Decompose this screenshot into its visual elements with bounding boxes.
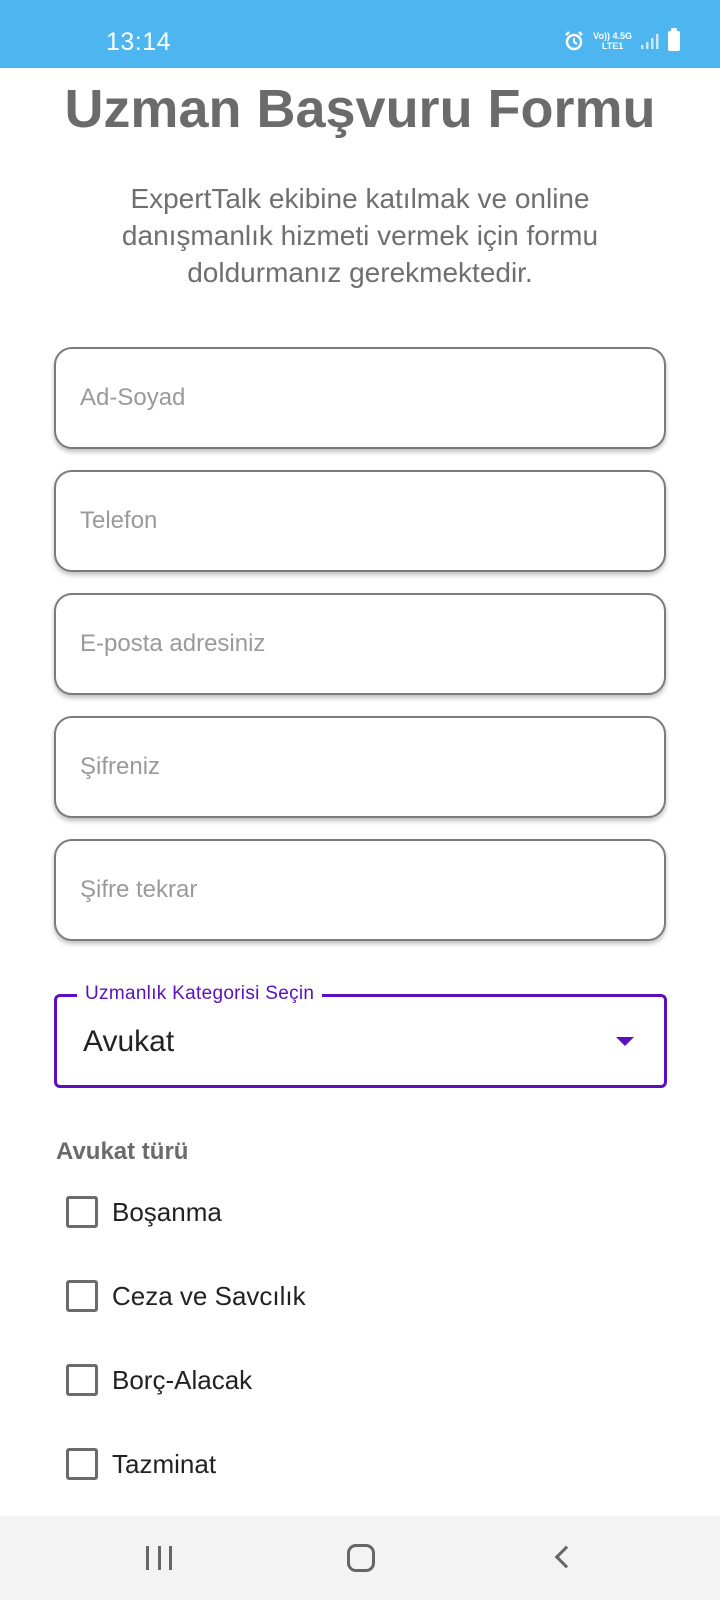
page-subtitle: ExpertTalk ekibine katılmak ve online da… [121, 183, 599, 288]
phone-input[interactable] [80, 472, 640, 570]
network-type: Vo)) 4.5G [593, 31, 632, 41]
checkbox[interactable] [66, 1448, 98, 1480]
name-field[interactable] [54, 347, 666, 449]
checkbox-label: Ceza ve Savcılık [112, 1280, 306, 1311]
category-value: Avukat [83, 1025, 175, 1058]
checkbox[interactable] [66, 1364, 98, 1396]
status-bar: 13:14 Vo)) 4.5G LTE1 [0, 0, 720, 68]
email-field[interactable] [54, 593, 666, 695]
password-field[interactable] [54, 716, 666, 818]
password-input[interactable] [80, 718, 640, 816]
chevron-down-icon[interactable] [616, 1037, 634, 1046]
checkbox-row-debt[interactable]: Borç-Alacak [66, 1360, 252, 1400]
checkbox[interactable] [66, 1196, 98, 1228]
signal-icon [641, 34, 659, 49]
category-dropdown[interactable]: Uzmanlık Kategorisi Seçin Avukat [54, 983, 667, 1088]
checkbox-label: Borç-Alacak [112, 1364, 253, 1395]
recents-icon[interactable] [146, 1546, 172, 1570]
status-time: 13:14 [106, 28, 172, 56]
back-icon[interactable] [554, 1545, 578, 1569]
password-confirm-input[interactable] [80, 841, 640, 939]
alarm-icon [565, 31, 584, 51]
battery-icon [668, 28, 680, 51]
network-label: Vo)) 4.5G LTE1 [593, 31, 632, 51]
email-input[interactable] [80, 595, 640, 693]
status-icons: Vo)) 4.5G LTE1 [563, 28, 680, 52]
checkbox[interactable] [66, 1280, 98, 1312]
checkbox-label: Boşanma [112, 1196, 222, 1227]
category-label: Uzmanlık Kategorisi Seçin [77, 983, 323, 1005]
checkbox-row-divorce[interactable]: Boşanma [66, 1192, 222, 1232]
phone-field[interactable] [54, 470, 666, 572]
checkbox-row-compensation[interactable]: Tazminat [66, 1444, 216, 1484]
page-title: Uzman Başvuru Formu [64, 79, 656, 139]
password-confirm-field[interactable] [54, 839, 666, 941]
navigation-bar [0, 1516, 720, 1600]
name-input[interactable] [80, 349, 640, 447]
network-lte: LTE1 [601, 41, 624, 51]
checkbox-label: Tazminat [112, 1448, 217, 1479]
home-icon[interactable] [347, 1544, 375, 1572]
checkbox-row-criminal[interactable]: Ceza ve Savcılık [66, 1276, 306, 1316]
lawyer-type-title: Avukat türü [56, 1138, 189, 1165]
